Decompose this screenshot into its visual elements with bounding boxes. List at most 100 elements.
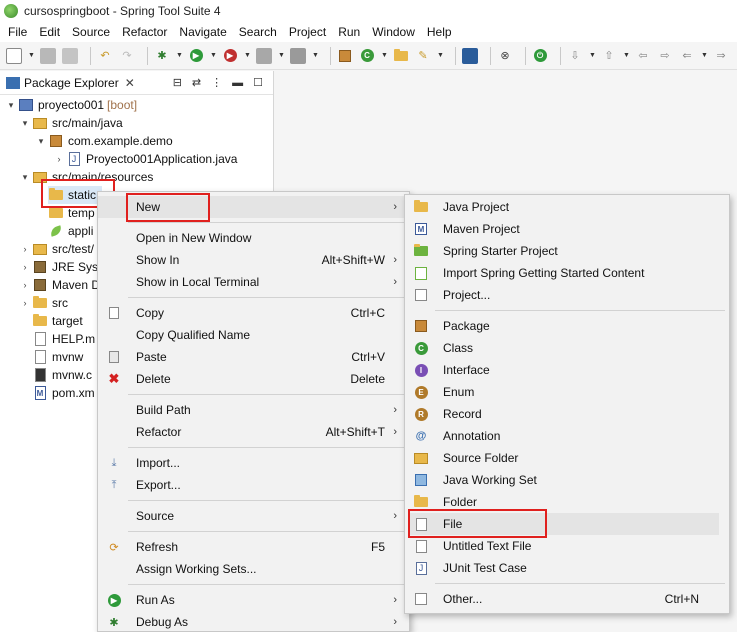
chevron-down-icon[interactable]: ▾ [18, 118, 32, 129]
tree-item-jre[interactable]: › JRE Syst [18, 258, 102, 276]
redo-icon[interactable]: ↷ [119, 48, 135, 64]
chevron-down-icon[interactable]: ▼ [210, 48, 217, 64]
chevron-down-icon[interactable]: ▾ [18, 172, 32, 183]
submenu-item-spring-starter[interactable]: Spring Starter Project [405, 240, 729, 262]
package-explorer-tab[interactable]: Package Explorer ✕ ⊟ ⇄ ⋮ ▬ ☐ [0, 71, 273, 95]
tree-item-java-file[interactable]: › J Proyecto001Application.java [52, 150, 237, 168]
chevron-right-icon[interactable]: › [18, 244, 32, 254]
submenu-item-project[interactable]: Project... [405, 284, 729, 306]
save-all-icon[interactable] [62, 47, 78, 64]
chevron-down-icon[interactable]: ▼ [589, 48, 596, 64]
terminal-icon[interactable] [462, 47, 478, 64]
maximize-icon[interactable]: ☐ [253, 76, 263, 89]
menu-item-source[interactable]: Source › [98, 505, 409, 527]
menu-search[interactable]: Search [233, 25, 283, 39]
chevron-right-icon[interactable]: › [18, 280, 32, 290]
submenu-item-file[interactable]: File [409, 513, 719, 535]
menu-item-refresh[interactable]: ⟳ Refresh F5 [98, 536, 409, 558]
tree-item-package[interactable]: ▾ com.example.demo [34, 132, 173, 150]
save-icon[interactable] [40, 47, 56, 64]
submenu-item-maven-project[interactable]: M Maven Project [405, 218, 729, 240]
submenu-item-source-folder[interactable]: Source Folder [405, 447, 729, 469]
menu-item-show-in-terminal[interactable]: Show in Local Terminal › [98, 271, 409, 293]
chevron-down-icon[interactable]: ▼ [623, 48, 630, 64]
menu-help[interactable]: Help [421, 25, 458, 39]
submenu-item-interface[interactable]: I Interface [405, 359, 729, 381]
tree-item-mvnw-cmd[interactable]: mvnw.c [32, 366, 92, 384]
menu-item-show-in[interactable]: Show In Alt+Shift+W › [98, 249, 409, 271]
menu-item-copy-qualified-name[interactable]: Copy Qualified Name [98, 324, 409, 346]
chevron-down-icon[interactable]: ▼ [278, 48, 285, 64]
chevron-right-icon[interactable]: › [18, 262, 32, 272]
menu-navigate[interactable]: Navigate [173, 25, 232, 39]
chevron-down-icon[interactable]: ▾ [4, 100, 18, 111]
chevron-right-icon[interactable]: › [52, 154, 66, 164]
menu-item-new[interactable]: New › [98, 196, 409, 218]
submenu-item-other[interactable]: Other... Ctrl+N [405, 588, 729, 610]
chevron-down-icon[interactable]: ▼ [437, 48, 444, 64]
breakpoint-icon[interactable]: ⊗ [497, 48, 513, 64]
next-annotation-icon[interactable]: ⇩ [567, 48, 583, 64]
tree-item-pom[interactable]: M pom.xm [32, 384, 95, 402]
view-menu-icon[interactable]: ⋮ [211, 76, 222, 89]
tree-item-static[interactable]: static [48, 186, 102, 204]
menu-item-delete[interactable]: ✖ Delete Delete [98, 368, 409, 390]
tree-item-help-md[interactable]: HELP.m [32, 330, 95, 348]
menu-item-copy[interactable]: Copy Ctrl+C [98, 302, 409, 324]
tree-item-src[interactable]: › src [18, 294, 68, 312]
chevron-down-icon[interactable]: ▼ [28, 48, 35, 64]
prev-annotation-icon[interactable]: ⇧ [601, 48, 617, 64]
spring-boot-icon[interactable]: ⏻ [532, 48, 548, 64]
tree-item-target[interactable]: target [32, 312, 83, 330]
menu-item-open-new-window[interactable]: Open in New Window [98, 227, 409, 249]
chevron-down-icon[interactable]: ▼ [312, 48, 319, 64]
menu-item-debug-as[interactable]: ✱ Debug As › [98, 611, 409, 632]
tree-item-src-main-java[interactable]: ▾ src/main/java [18, 114, 123, 132]
run-icon[interactable]: ▶ [188, 48, 204, 64]
menu-item-assign-working-sets[interactable]: Assign Working Sets... [98, 558, 409, 580]
tree-item-maven[interactable]: › Maven D [18, 276, 101, 294]
menu-item-refactor[interactable]: Refactor Alt+Shift+T › [98, 421, 409, 443]
submenu-item-annotation[interactable]: @ Annotation [405, 425, 729, 447]
external-tools-icon[interactable] [290, 47, 306, 64]
open-type-icon[interactable] [393, 48, 409, 64]
submenu-item-junit-test-case[interactable]: J JUnit Test Case [405, 557, 729, 579]
collapse-all-icon[interactable]: ⊟ [173, 76, 182, 89]
submenu-item-record[interactable]: R Record [405, 403, 729, 425]
close-icon[interactable]: ✕ [125, 76, 135, 90]
new-package-icon[interactable] [337, 48, 353, 64]
tree-item-src-test[interactable]: › src/test/ [18, 240, 95, 258]
minimize-icon[interactable]: ▬ [232, 77, 243, 89]
menu-refactor[interactable]: Refactor [116, 25, 173, 39]
back-icon[interactable]: ⇐ [679, 48, 695, 64]
menu-item-run-as[interactable]: ▶ Run As › [98, 589, 409, 611]
submenu-item-folder[interactable]: Folder [405, 491, 729, 513]
new-icon[interactable] [6, 47, 22, 64]
menu-run[interactable]: Run [332, 25, 366, 39]
submenu-item-enum[interactable]: E Enum [405, 381, 729, 403]
submenu-item-class[interactable]: C Class [405, 337, 729, 359]
menu-project[interactable]: Project [283, 25, 332, 39]
menu-item-paste[interactable]: Paste Ctrl+V [98, 346, 409, 368]
submenu-item-import-spring-guides[interactable]: Import Spring Getting Started Content [405, 262, 729, 284]
run-config-icon[interactable]: ▶ [222, 48, 238, 64]
tree-item-application-properties[interactable]: appli [48, 222, 93, 240]
tree-item-project[interactable]: ▾ proyecto001 [boot] [4, 96, 137, 114]
menu-source[interactable]: Source [66, 25, 116, 39]
menu-item-export[interactable]: ⤒ Export... [98, 474, 409, 496]
undo-icon[interactable]: ↶ [97, 48, 113, 64]
submenu-item-package[interactable]: Package [405, 315, 729, 337]
menu-window[interactable]: Window [366, 25, 421, 39]
stop-icon[interactable] [256, 47, 272, 64]
menu-item-import[interactable]: ⤓ Import... [98, 452, 409, 474]
submenu-item-untitled-text-file[interactable]: Untitled Text File [405, 535, 729, 557]
tree-item-src-main-resources[interactable]: ▾ src/main/resources [18, 168, 154, 186]
chevron-down-icon[interactable]: ▼ [381, 48, 388, 64]
new-class-icon[interactable]: C [359, 48, 375, 64]
chevron-down-icon[interactable]: ▾ [34, 136, 48, 147]
last-edit-icon[interactable]: ⇦ [635, 48, 651, 64]
menu-file[interactable]: File [2, 25, 33, 39]
chevron-right-icon[interactable]: › [18, 298, 32, 308]
chevron-down-icon[interactable]: ▼ [244, 48, 251, 64]
chevron-down-icon[interactable]: ▼ [176, 48, 183, 64]
